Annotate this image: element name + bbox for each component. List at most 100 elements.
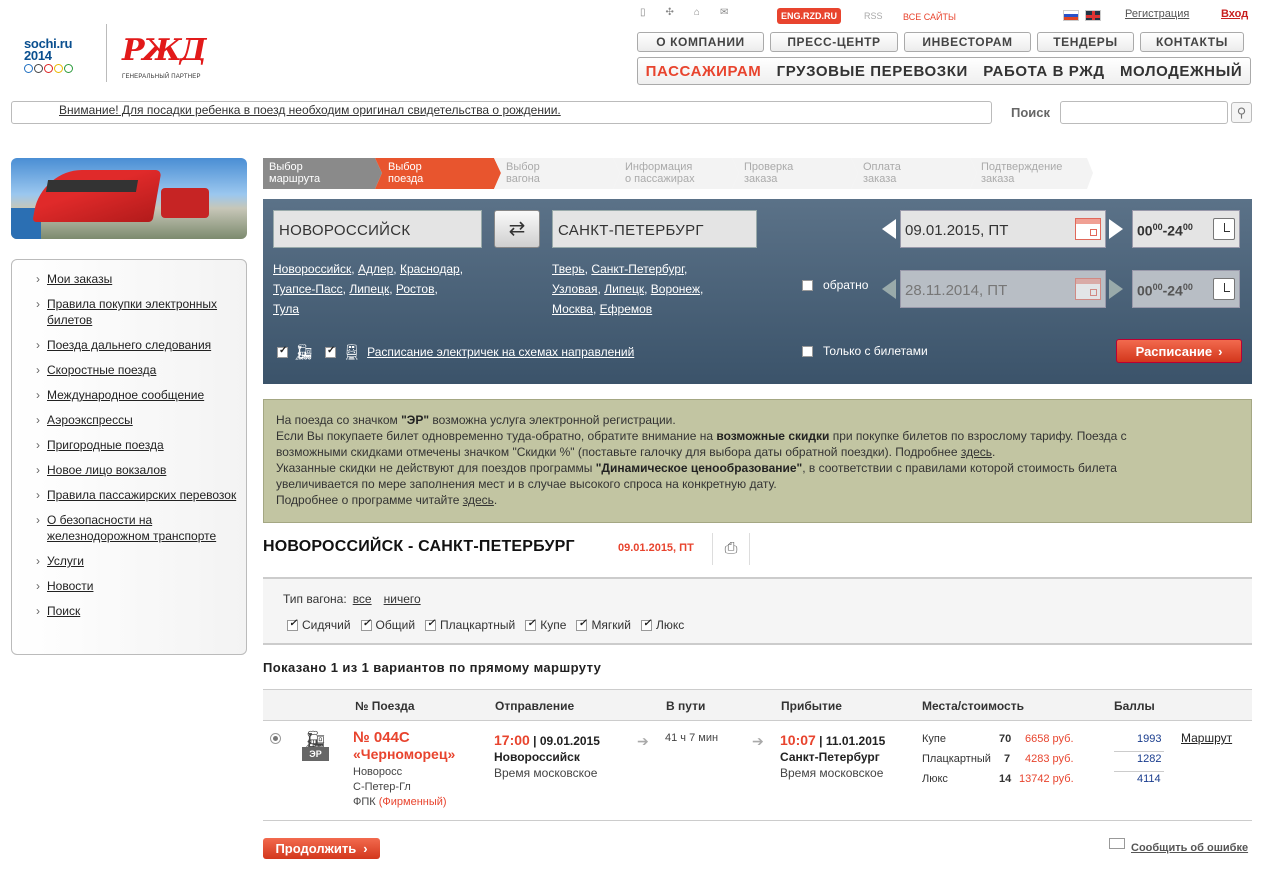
checkbox[interactable] (360, 618, 372, 631)
only-tickets-checkbox[interactable] (802, 346, 813, 358)
calendar-icon[interactable] (1075, 218, 1101, 240)
departure-date-input[interactable]: 09.01.2015, ПТ (900, 210, 1106, 248)
car-type-coupe[interactable]: Купе (525, 618, 566, 632)
prev-date-icon[interactable] (882, 219, 896, 239)
return-toggle[interactable]: обратно (802, 278, 868, 292)
nav-youth[interactable]: МОЛОДЕЖНЫЙ (1120, 63, 1242, 80)
mail-icon[interactable]: ✉ (720, 7, 728, 18)
english-flag-icon[interactable] (1085, 10, 1101, 21)
return-checkbox[interactable] (802, 280, 813, 292)
train-name[interactable]: «Черноморец» (353, 746, 455, 762)
sidebar-item-e-ticket-rules[interactable]: Правила покупки электронных билетов (36, 296, 246, 328)
to-suggest-item[interactable]: Узловая (552, 282, 598, 296)
from-suggest-item[interactable]: Ростов (396, 282, 435, 296)
sidebar-item-transport-rules[interactable]: Правила пассажирских перевозок (36, 487, 246, 503)
eng-site-link[interactable]: ENG.RZD.RU (777, 8, 841, 24)
route-link[interactable]: Маршрут (1181, 731, 1232, 745)
sidebar-item-stations[interactable]: Новое лицо вокзалов (36, 462, 246, 478)
search-icon[interactable]: ⚲ (1231, 102, 1252, 123)
sidebar-item-international[interactable]: Международное сообщение (36, 387, 246, 403)
nav-about[interactable]: О КОМПАНИИ (637, 32, 764, 52)
nav-tenders[interactable]: ТЕНДЕРЫ (1037, 32, 1134, 52)
from-suggest-item[interactable]: Туапсе-Пасс (273, 282, 343, 296)
from-suggest-item[interactable]: Липецк (349, 282, 389, 296)
sidebar-item-high-speed[interactable]: Скоростные поезда (36, 362, 246, 378)
report-error-link[interactable]: Сообщить об ошибке (1131, 842, 1248, 854)
rzd-logo[interactable]: РЖД (122, 34, 207, 68)
seat-row[interactable]: Плацкартный 7 4283 руб. 1282 (922, 752, 1172, 772)
home-icon[interactable]: ⌂ (694, 7, 700, 18)
sitemap-icon[interactable]: ✣ (666, 7, 674, 18)
train-select-radio[interactable] (270, 733, 281, 744)
to-suggest-item[interactable]: Ефремов (600, 302, 653, 316)
train-number[interactable]: № 044С (353, 729, 410, 746)
nav-contacts[interactable]: КОНТАКТЫ (1140, 32, 1244, 52)
mobile-icon[interactable]: ▯ (640, 7, 646, 18)
time-range-select[interactable]: 0000-2400 (1132, 210, 1240, 248)
search-input[interactable] (1060, 101, 1228, 124)
sidebar-item-news[interactable]: Новости (36, 578, 246, 594)
sidebar-item-search[interactable]: Поиск (36, 603, 246, 619)
nav-freight[interactable]: ГРУЗОВЫЕ ПЕРЕВОЗКИ (777, 63, 968, 80)
step-route[interactable]: Выбор маршрута (269, 161, 320, 185)
only-tickets-toggle[interactable]: Только с билетами (802, 344, 928, 358)
russian-flag-icon[interactable] (1063, 10, 1079, 21)
sidebar-item-my-orders[interactable]: Мои заказы (36, 271, 246, 287)
login-link[interactable]: Вход (1221, 8, 1248, 20)
checkbox[interactable] (425, 618, 437, 631)
swap-stations-button[interactable]: ⇄ (494, 210, 540, 248)
suburban-schedule-link[interactable]: Расписание электричек на схемах направле… (367, 345, 634, 359)
to-suggest-item[interactable]: Тверь (552, 262, 585, 276)
print-icon[interactable]: ⎙ (712, 533, 750, 565)
sidebar-item-suburban[interactable]: Пригородные поезда (36, 437, 246, 453)
to-station-input[interactable]: САНКТ-ПЕТЕРБУРГ (552, 210, 757, 248)
car-type-platzkart[interactable]: Плацкартный (425, 618, 515, 632)
nav-passengers[interactable]: ПАССАЖИРАМ (646, 63, 762, 80)
from-suggest-item[interactable]: Новороссийск (273, 262, 351, 276)
long-distance-checkbox[interactable] (277, 345, 288, 358)
to-suggest-item[interactable]: Санкт-Петербург (591, 262, 684, 276)
seat-row[interactable]: Купе 70 6658 руб. 1993 (922, 732, 1172, 752)
sidebar-item-safety[interactable]: О безопасности на железнодорожном трансп… (36, 512, 246, 544)
checkbox[interactable] (576, 618, 588, 631)
checkbox[interactable] (287, 618, 298, 631)
notice-link[interactable]: Внимание! Для посадки ребенка в поезд не… (59, 103, 561, 117)
info-here-link[interactable]: здесь (961, 445, 992, 459)
top-icons: ▯ ✣ ⌂ ✉ (640, 7, 728, 18)
car-type-seated[interactable]: Сидячий (287, 618, 351, 632)
sidebar-item-long-distance[interactable]: Поезда дальнего следования (36, 337, 246, 353)
info-program-link[interactable]: здесь (463, 493, 494, 507)
checkbox[interactable] (525, 618, 537, 631)
continue-button[interactable]: Продолжить › (263, 838, 380, 859)
car-type-lux[interactable]: Люкс (640, 618, 684, 632)
nav-careers[interactable]: РАБОТА В РЖД (983, 63, 1104, 80)
sidebar-item-aeroexpress[interactable]: Аэроэкспрессы (36, 412, 246, 428)
rss-link[interactable]: RSS (864, 11, 883, 21)
car-type-soft[interactable]: Мягкий (576, 618, 631, 632)
train-carrier: ФПК (Фирменный) (353, 796, 447, 808)
from-suggest-item[interactable]: Адлер (358, 262, 393, 276)
sochi-logo[interactable]: sochi.ru 2014 (24, 37, 96, 73)
to-suggest-item[interactable]: Москва (552, 302, 593, 316)
nav-press[interactable]: ПРЕСС-ЦЕНТР (770, 32, 898, 52)
all-sites-link[interactable]: ВСЕ САЙТЫ (903, 12, 956, 22)
seat-row[interactable]: Люкс 14 13742 руб. 4114 (922, 772, 1172, 792)
select-all-link[interactable]: все (353, 592, 372, 606)
register-link[interactable]: Регистрация (1125, 8, 1189, 20)
car-type-common[interactable]: Общий (360, 618, 415, 632)
schedule-button[interactable]: Расписание › (1116, 339, 1242, 363)
next-date-icon[interactable] (1109, 219, 1123, 239)
from-suggest-item[interactable]: Краснодар (400, 262, 460, 276)
from-station-input[interactable]: НОВОРОССИЙСК (273, 210, 482, 248)
checkbox[interactable] (640, 618, 652, 631)
seat-points: 1282 (1137, 753, 1162, 765)
from-suggest-item[interactable]: Тула (273, 302, 299, 316)
to-suggest-item[interactable]: Липецк (604, 282, 644, 296)
sidebar-item-services[interactable]: Услуги (36, 553, 246, 569)
carrier-name: ФПК (353, 796, 376, 808)
select-none-link[interactable]: ничего (384, 592, 421, 606)
suburban-checkbox[interactable] (325, 345, 337, 358)
to-suggest-item[interactable]: Воронеж (651, 282, 700, 296)
train-banner-image[interactable] (11, 158, 247, 239)
nav-investors[interactable]: ИНВЕСТОРАМ (904, 32, 1031, 52)
